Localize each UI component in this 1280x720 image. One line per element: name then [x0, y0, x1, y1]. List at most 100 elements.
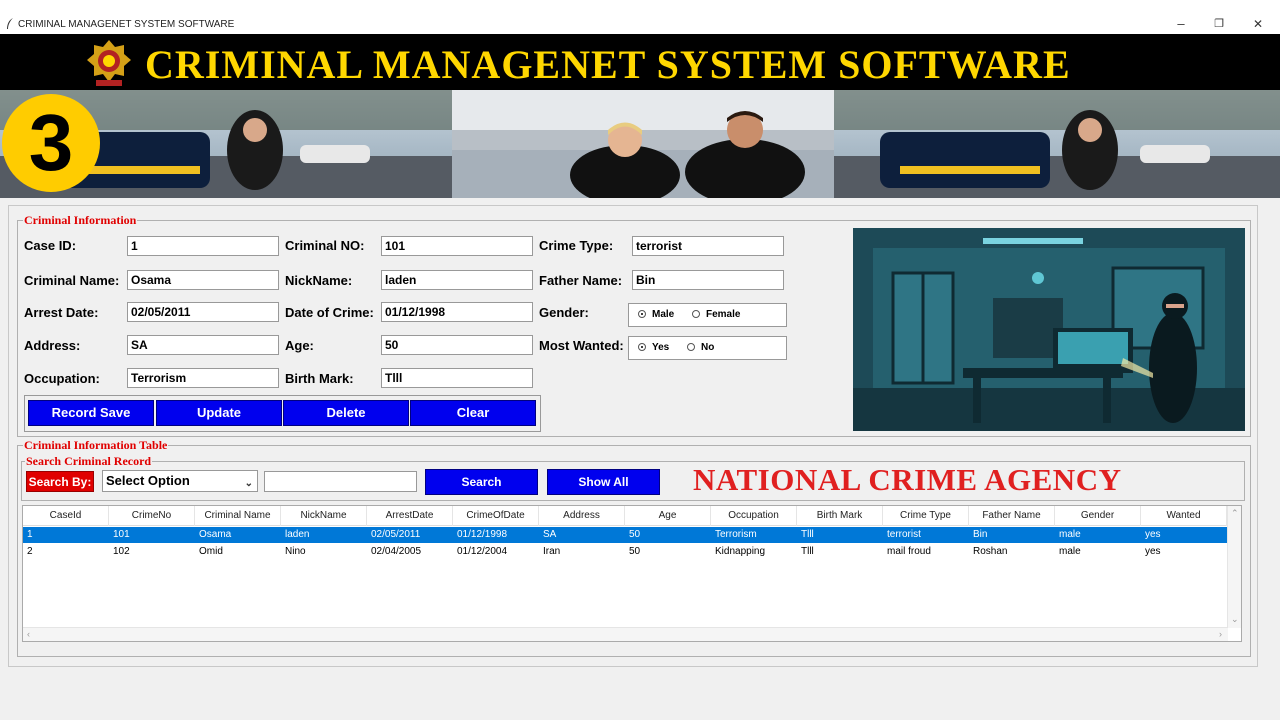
table-cell: 50	[629, 529, 641, 540]
father-name-input[interactable]: Bin	[632, 270, 784, 290]
table-cell: Osama	[199, 529, 232, 540]
scroll-up-icon[interactable]: ⌃	[1231, 508, 1239, 519]
most-wanted-no-label[interactable]: No	[701, 342, 714, 353]
app-window: CRIMINAL MANAGENET SYSTEM SOFTWARE – ❐ ✕…	[0, 0, 1280, 720]
date-of-crime-input[interactable]: 01/12/1998	[381, 302, 533, 322]
vertical-scrollbar[interactable]: ⌃ ⌄	[1227, 506, 1241, 628]
table-cell: yes	[1145, 546, 1161, 557]
gender-label: Gender:	[539, 305, 589, 320]
crime-type-input[interactable]: terrorist	[632, 236, 784, 256]
nickname-label: NickName:	[285, 273, 353, 288]
table-column-header[interactable]: CrimeNo	[109, 506, 195, 526]
scroll-left-icon[interactable]: ‹	[27, 629, 30, 639]
crime-scene-illustration	[853, 228, 1245, 431]
gender-male-radio[interactable]	[638, 310, 646, 318]
table-cell: Nino	[285, 546, 306, 557]
table-cell: 02/05/2011	[371, 529, 421, 540]
table-cell: Iran	[543, 546, 561, 557]
search-input[interactable]	[264, 471, 417, 492]
table-column-header[interactable]: Gender	[1055, 506, 1141, 526]
birth-mark-label: Birth Mark:	[285, 371, 354, 386]
most-wanted-label: Most Wanted:	[539, 338, 624, 353]
table-cell: 02/04/2005	[371, 546, 422, 557]
table-cell: 102	[113, 546, 130, 557]
father-name-label: Father Name:	[539, 273, 623, 288]
most-wanted-yes-label[interactable]: Yes	[652, 342, 669, 353]
table-row[interactable]: 2 102 Omid Nino 02/04/2005 01/12/2004 Iran 50 Ki…	[23, 544, 1228, 560]
table-column-header[interactable]: Occupation	[711, 506, 797, 526]
table-cell: SA	[543, 529, 557, 540]
table-cell: 101	[113, 529, 130, 540]
table-cell: Bin	[973, 529, 988, 540]
table-cell: male	[1059, 529, 1081, 540]
table-cell: Tlll	[801, 546, 814, 557]
table-cell: terrorist	[887, 529, 921, 540]
table-cell: mail froud	[887, 546, 931, 557]
search-button[interactable]: Search	[425, 469, 538, 495]
update-button[interactable]: Update	[156, 400, 282, 426]
age-label: Age:	[285, 338, 314, 353]
arrest-date-input[interactable]: 02/05/2011	[127, 302, 279, 322]
table-column-header[interactable]: CrimeOfDate	[453, 506, 539, 526]
most-wanted-radio-group: Yes No	[628, 336, 787, 360]
nickname-input[interactable]: laden	[381, 270, 533, 290]
record-save-button[interactable]: Record Save	[28, 400, 154, 426]
table-column-header[interactable]: Address	[539, 506, 625, 526]
restore-button[interactable]: ❐	[1204, 14, 1234, 34]
criminal-name-label: Criminal Name:	[24, 273, 120, 288]
gender-female-radio[interactable]	[692, 310, 700, 318]
show-all-button[interactable]: Show All	[547, 469, 660, 495]
criminal-records-table[interactable]: CaseId CrimeNo Criminal Name NickName Arrest…	[22, 505, 1242, 642]
address-input[interactable]: SA	[127, 335, 279, 355]
header-title: CRIMINAL MANAGENET SYSTEM SOFTWARE	[145, 42, 1071, 87]
birth-mark-input[interactable]: Tlll	[381, 368, 533, 388]
address-label: Address:	[24, 338, 81, 353]
gender-female-label[interactable]: Female	[706, 309, 740, 320]
window-title: CRIMINAL MANAGENET SYSTEM SOFTWARE	[18, 19, 235, 30]
banner-images	[0, 90, 1280, 198]
table-column-header[interactable]: Age	[625, 506, 711, 526]
gender-male-label[interactable]: Male	[652, 309, 674, 320]
table-cell: 50	[629, 546, 641, 557]
age-input[interactable]: 50	[381, 335, 533, 355]
title-bar: CRIMINAL MANAGENET SYSTEM SOFTWARE – ❐ ✕	[0, 0, 1280, 34]
occupation-input[interactable]: Terrorism	[127, 368, 279, 388]
step-number-badge: 3	[2, 94, 100, 192]
table-column-header[interactable]: CaseId	[23, 506, 109, 526]
case-id-input[interactable]: 1	[127, 236, 279, 256]
search-field-select[interactable]: Select Option ⌄	[102, 470, 258, 492]
occupation-label: Occupation:	[24, 371, 100, 386]
clear-button[interactable]: Clear	[410, 400, 536, 426]
app-header: CRIMINAL MANAGENET SYSTEM SOFTWARE	[0, 34, 1280, 90]
search-by-label: Search By:	[26, 471, 94, 492]
table-cell: 1	[27, 529, 33, 540]
most-wanted-no-radio[interactable]	[687, 343, 695, 351]
table-cell: 01/12/2004	[457, 546, 508, 557]
police-emblem-icon	[87, 40, 131, 86]
date-of-crime-label: Date of Crime:	[285, 305, 374, 320]
table-column-header[interactable]: Wanted	[1141, 506, 1227, 526]
most-wanted-yes-radio[interactable]	[638, 343, 646, 351]
delete-button[interactable]: Delete	[283, 400, 409, 426]
horizontal-scrollbar[interactable]: ‹ ›	[23, 627, 1228, 641]
table-column-header[interactable]: Crime Type	[883, 506, 969, 526]
table-cell: 01/12/1998	[457, 529, 508, 540]
table-column-header[interactable]: ArrestDate	[367, 506, 453, 526]
search-field-select-value: Select Option	[106, 473, 190, 488]
criminal-name-input[interactable]: Osama	[127, 270, 279, 290]
scroll-right-icon[interactable]: ›	[1219, 629, 1222, 639]
close-button[interactable]: ✕	[1243, 14, 1273, 34]
table-cell: Omid	[199, 546, 223, 557]
criminal-information-table-legend: Criminal Information Table	[23, 438, 169, 453]
criminal-no-label: Criminal NO:	[285, 238, 365, 253]
minimize-button[interactable]: –	[1166, 14, 1196, 34]
table-column-header[interactable]: Birth Mark	[797, 506, 883, 526]
table-cell: laden	[285, 529, 310, 540]
criminal-no-input[interactable]: 101	[381, 236, 533, 256]
table-column-header[interactable]: Father Name	[969, 506, 1055, 526]
table-column-header[interactable]: Criminal Name	[195, 506, 281, 526]
table-row[interactable]: 1 101 Osama laden 02/05/2011 01/12/1998 SA 50 Te…	[23, 527, 1228, 543]
table-column-header[interactable]: NickName	[281, 506, 367, 526]
scroll-down-icon[interactable]: ⌄	[1231, 614, 1239, 625]
chevron-down-icon: ⌄	[244, 478, 253, 489]
